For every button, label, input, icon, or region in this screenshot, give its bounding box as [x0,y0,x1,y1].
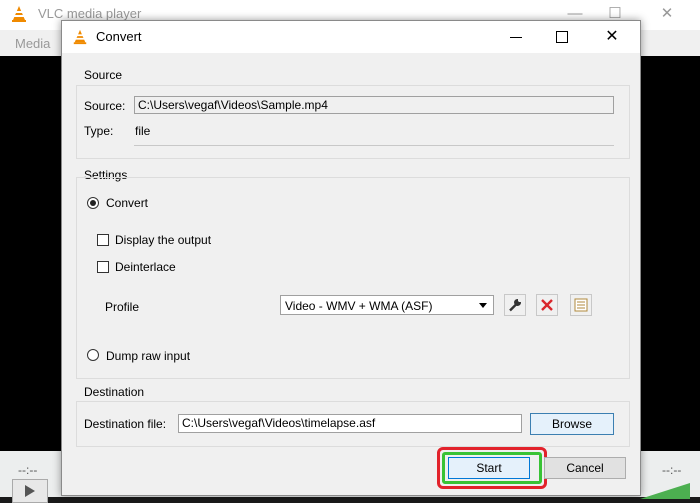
delete-profile-button[interactable] [536,294,558,316]
close-icon: ✕ [605,28,619,45]
browse-button[interactable]: Browse [530,413,614,435]
type-label: Type: [84,124,114,138]
source-label: Source: [84,99,126,113]
vlc-cone-icon [73,29,87,45]
destination-file-field[interactable]: C:\Users\vegaf\Videos\timelapse.asf [178,414,522,433]
vlc-window-title: VLC media player [38,6,142,21]
minimize-icon [510,37,522,38]
new-profile-button[interactable] [570,294,592,316]
convert-radio-label[interactable]: Convert [106,196,148,210]
deinterlace-checkbox[interactable] [97,261,109,273]
dump-raw-radio[interactable] [87,349,99,361]
profile-selected-value: Video - WMV + WMA (ASF) [285,299,433,313]
profile-dropdown[interactable]: Video - WMV + WMA (ASF) [280,295,494,315]
chevron-down-icon [479,303,487,308]
dump-raw-label[interactable]: Dump raw input [106,349,190,363]
maximize-icon [556,31,568,43]
dialog-title: Convert [96,29,142,44]
wrench-icon [509,298,522,312]
vlc-cone-icon [12,6,26,22]
destination-group-label: Destination [84,385,145,399]
destination-file-label: Destination file: [84,417,167,431]
vlc-close-button[interactable]: ✕ [652,4,682,24]
type-value: file [135,124,151,138]
play-button[interactable] [12,479,48,503]
play-icon [25,485,35,497]
display-output-label[interactable]: Display the output [115,233,211,247]
convert-radio[interactable] [87,197,99,209]
convert-dialog: Convert ✕ Source Source: C:\Users\vegaf\… [61,20,641,496]
edit-profile-button[interactable] [504,294,526,316]
display-output-checkbox[interactable] [97,234,109,246]
elapsed-time: --:-- [18,463,38,477]
source-path-field[interactable]: C:\Users\vegaf\Videos\Sample.mp4 [134,96,614,114]
source-group-label: Source [84,68,123,82]
total-time: --:-- [662,463,682,477]
start-button[interactable]: Start [448,457,530,479]
dialog-titlebar: Convert ✕ [62,21,640,53]
dialog-close-button[interactable]: ✕ [592,25,632,49]
menu-media[interactable]: Media [15,36,50,51]
cancel-button[interactable]: Cancel [544,457,626,479]
dialog-minimize-button[interactable] [496,25,536,49]
deinterlace-label[interactable]: Deinterlace [115,260,176,274]
dialog-maximize-button[interactable] [542,25,582,49]
delete-x-icon [541,299,553,311]
source-divider [134,145,614,146]
profile-list-icon [574,298,588,312]
profile-label: Profile [105,300,140,314]
